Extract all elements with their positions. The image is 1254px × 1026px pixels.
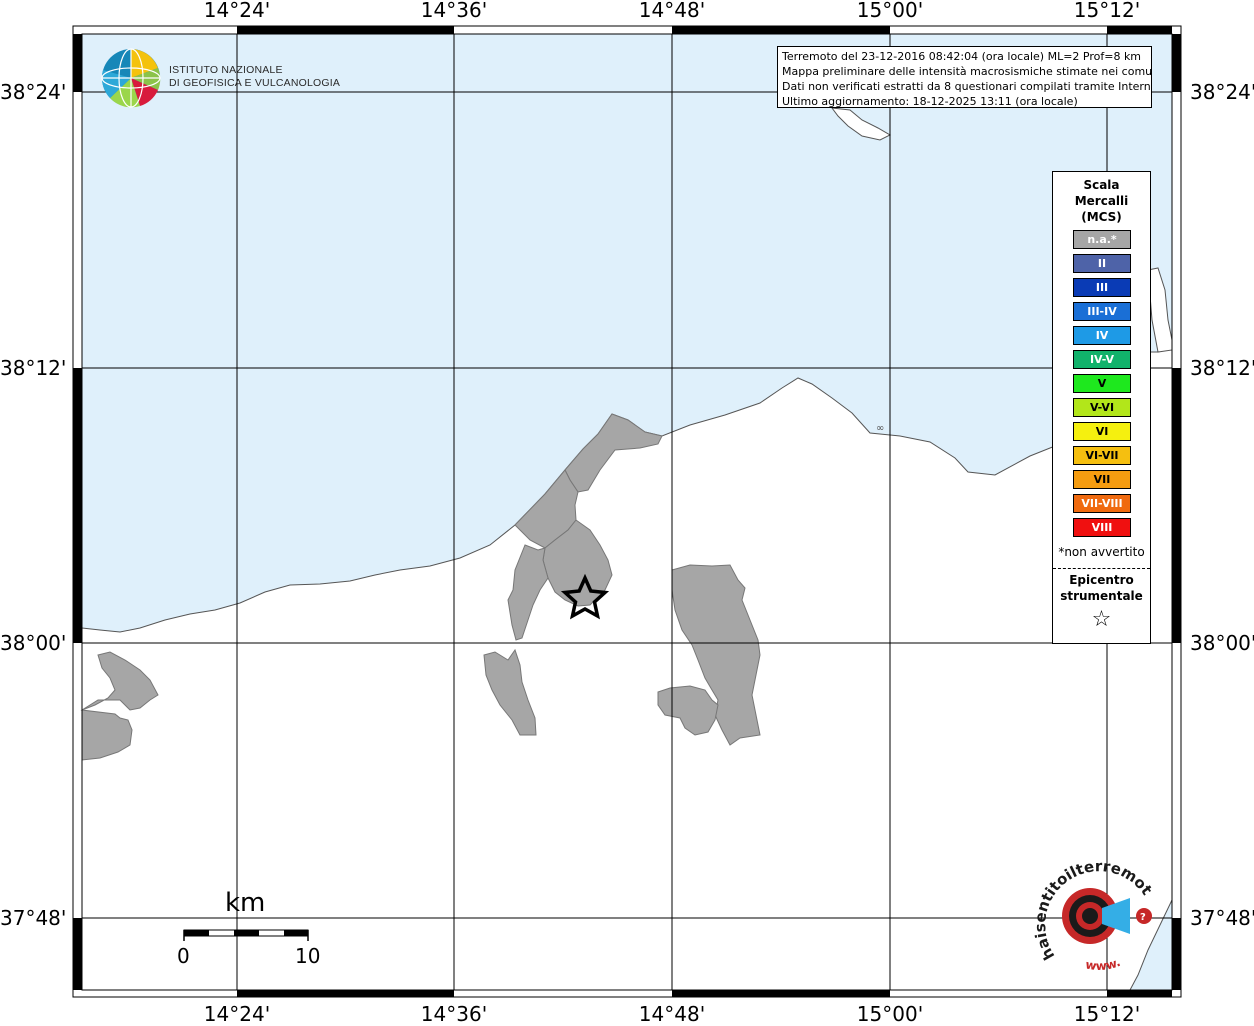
lon-label-bottom: 14°48' — [638, 1002, 706, 1026]
lat-label-left: 37°48' — [0, 906, 67, 930]
lat-label-right: 38°00' — [1190, 631, 1254, 655]
legend-epicenter-line-1: Epicentro — [1069, 573, 1134, 587]
lon-label-bottom: 15°12' — [1073, 1002, 1141, 1026]
frame-segment — [1107, 990, 1172, 997]
frame-segment — [237, 990, 454, 997]
legend-swatch: VII-VIII — [1073, 494, 1131, 513]
lon-label-bottom: 15°00' — [856, 1002, 924, 1026]
lon-label-top: 14°24' — [203, 0, 271, 22]
lon-label-top: 15°00' — [856, 0, 924, 22]
legend-title-3: (MCS) — [1081, 210, 1122, 224]
frame-segment — [1107, 26, 1172, 34]
lon-label-top: 15°12' — [1073, 0, 1141, 22]
scale-bar-end: 10 — [295, 944, 321, 968]
lon-label-top: 14°48' — [638, 0, 706, 22]
lat-label-right: 38°24' — [1190, 80, 1254, 104]
lon-label-bottom: 14°36' — [420, 1002, 488, 1026]
frame-segment — [1172, 368, 1181, 643]
svg-text:www.: www. — [1084, 955, 1122, 973]
legend-swatch: V-VI — [1073, 398, 1131, 417]
legend-swatch: VI-VII — [1073, 446, 1131, 465]
event-info-line-3: Dati non verificati estratti da 8 questi… — [782, 80, 1152, 93]
legend-swatch: III-IV — [1073, 302, 1131, 321]
lon-label-bottom: 14°24' — [203, 1002, 271, 1026]
lat-label-right: 38°12' — [1190, 356, 1254, 380]
institute-name: ISTITUTO NAZIONALE DI GEOFISICA E VULCAN… — [169, 64, 340, 90]
event-info-line-1: Terremoto del 23-12-2016 08:42:04 (ora l… — [782, 50, 1142, 63]
mcs-legend: Scala Mercalli (MCS) n.a.* II III III-IV… — [1052, 171, 1151, 644]
lat-label-right: 37°48' — [1190, 906, 1254, 930]
site-logo-prefix: www. — [1084, 955, 1122, 973]
site-logo-text: haisentitoilterremoto.it www. — [1025, 856, 1155, 973]
frame-segment — [73, 918, 82, 990]
site-logo-url: haisentitoilterremoto.it — [1025, 856, 1155, 963]
legend-swatch: n.a.* — [1073, 230, 1131, 249]
legend-note: *non avvertito — [1058, 545, 1145, 559]
ingv-logo-icon — [101, 48, 161, 108]
svg-text:haisentitoilterremoto.it: haisentitoilterremoto.it — [1025, 856, 1155, 963]
small-island-marks: ∞ — [876, 423, 884, 434]
frame-segment — [73, 368, 82, 643]
event-info-line-4: Ultimo aggiornamento: 18-12-2025 13:11 (… — [782, 95, 1078, 108]
lat-label-left: 38°24' — [0, 80, 67, 104]
legend-swatch: II — [1073, 254, 1131, 273]
frame-segment — [672, 990, 890, 997]
event-info-box: Terremoto del 23-12-2016 08:42:04 (ora l… — [777, 46, 1152, 108]
lon-label-top: 14°36' — [420, 0, 488, 22]
frame-segment — [1172, 918, 1181, 990]
legend-divider — [1053, 568, 1150, 569]
scale-bar-start: 0 — [177, 944, 190, 968]
legend-swatch: III — [1073, 278, 1131, 297]
legend-title-1: Scala — [1083, 178, 1120, 192]
legend-title: Scala Mercalli (MCS) — [1053, 177, 1150, 225]
legend-swatch: VIII — [1073, 518, 1131, 537]
legend-swatch: VI — [1073, 422, 1131, 441]
legend-epicenter-label: Epicentro strumentale — [1053, 572, 1150, 604]
legend-swatch: IV-V — [1073, 350, 1131, 369]
legend-title-2: Mercalli — [1074, 194, 1129, 208]
frame-segment — [1172, 34, 1181, 92]
lat-label-left: 38°00' — [0, 631, 67, 655]
event-info-line-2: Mappa preliminare delle intensità macros… — [782, 65, 1152, 78]
institute-line-1: ISTITUTO NAZIONALE — [169, 64, 283, 76]
legend-swatch: V — [1073, 374, 1131, 393]
frame-segment — [237, 26, 454, 34]
scale-bar-title: km — [225, 888, 266, 918]
legend-epicenter-star-icon: ☆ — [1091, 607, 1112, 632]
legend-swatch: IV — [1073, 326, 1131, 345]
legend-swatch: VII — [1073, 470, 1131, 489]
legend-epicenter-line-2: strumentale — [1060, 589, 1143, 603]
lat-label-left: 38°12' — [0, 356, 67, 380]
institute-line-2: DI GEOFISICA E VULCANOLOGIA — [169, 77, 341, 89]
frame-segment — [672, 26, 890, 34]
frame-segment — [73, 34, 82, 92]
